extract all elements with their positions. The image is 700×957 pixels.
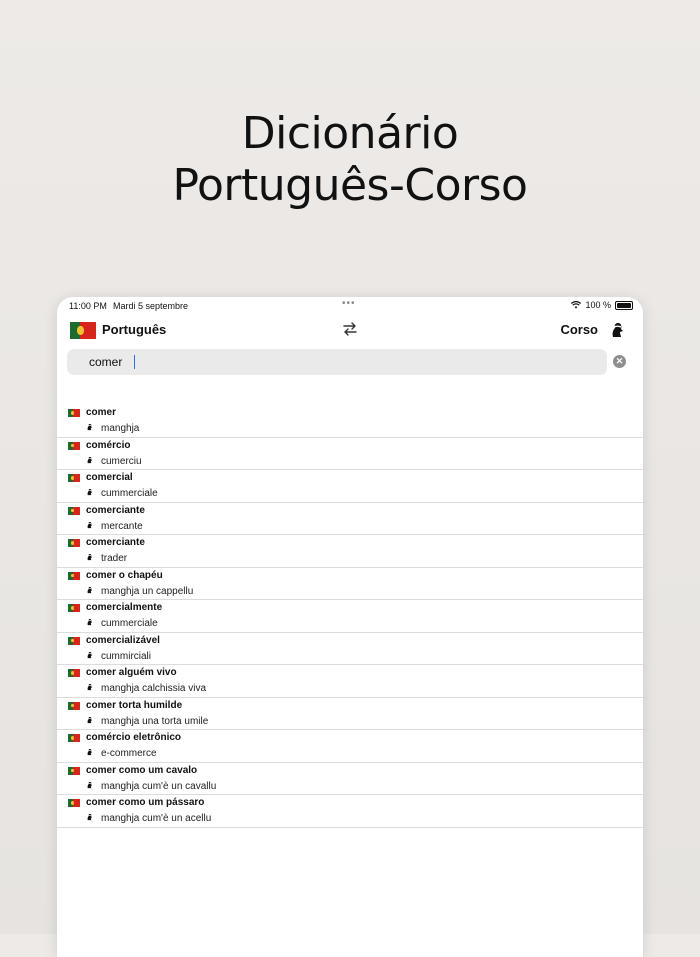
status-time: 11:00 PM xyxy=(69,301,107,311)
result-term: comer torta humilde xyxy=(86,699,183,711)
result-row[interactable]: comer manghja xyxy=(57,405,643,438)
target-language-label[interactable]: Corso xyxy=(560,322,598,337)
result-row[interactable]: comer alguém vivo manghja calchissia viva xyxy=(57,665,643,698)
hero-title-line1: Dicionário xyxy=(241,108,459,159)
result-row[interactable]: comércio eletrônico e-commerce xyxy=(57,730,643,763)
result-row[interactable]: comercializável cummirciali xyxy=(57,633,643,665)
corsican-moor-icon xyxy=(87,586,93,593)
result-term: comercializável xyxy=(86,634,160,646)
result-translation: manghja un cappellu xyxy=(101,585,194,597)
corsican-moor-icon xyxy=(87,683,93,691)
result-translation: cummerciale xyxy=(101,488,158,499)
result-translation: manghja cum'è un cavallu xyxy=(101,780,217,792)
portugal-flag-icon xyxy=(68,799,80,807)
portugal-flag-icon[interactable] xyxy=(70,322,96,339)
result-term: comer xyxy=(86,407,117,418)
result-row[interactable]: comercial cummerciale xyxy=(57,470,643,503)
portugal-flag-icon xyxy=(68,441,80,450)
result-term: comercial xyxy=(86,472,133,483)
portugal-flag-icon xyxy=(68,636,80,645)
result-term: comer como um cavalo xyxy=(86,764,198,776)
portugal-flag-icon xyxy=(68,604,80,612)
portugal-flag-icon xyxy=(68,669,80,677)
portugal-flag-icon xyxy=(68,474,80,482)
status-bar: 11:00 PM Mardi 5 septembre ••• 100 % xyxy=(57,297,643,315)
portugal-flag-icon xyxy=(68,701,80,710)
corsican-moor-icon xyxy=(87,651,93,658)
status-indicators: 100 % xyxy=(571,300,633,310)
corsican-moor-icon xyxy=(87,488,93,496)
language-bar: Português Corso xyxy=(57,319,643,343)
result-term: comércio eletrônico xyxy=(86,732,182,743)
result-row[interactable]: comer como um pássaro manghja cum'è un ac… xyxy=(57,795,643,828)
result-row[interactable]: comer como um cavalo manghja cum'è un cav… xyxy=(57,763,643,795)
result-term: comer alguém vivo xyxy=(86,667,177,678)
corsican-moor-icon xyxy=(87,456,93,463)
swap-arrows-icon[interactable] xyxy=(341,320,359,338)
text-caret xyxy=(134,355,135,369)
result-term: comércio xyxy=(86,439,131,451)
result-row[interactable]: comer o chapéu manghja un cappellu xyxy=(57,568,643,600)
corsican-moor-icon xyxy=(87,781,93,788)
portugal-flag-icon xyxy=(68,409,80,417)
result-term: comerciante xyxy=(86,537,145,548)
source-language-label[interactable]: Português xyxy=(102,322,166,337)
result-translation: cumerciu xyxy=(101,455,142,467)
corsican-moor-icon xyxy=(87,618,93,626)
result-translation: e-commerce xyxy=(101,748,157,759)
portugal-flag-icon xyxy=(68,571,80,580)
device-screen: 11:00 PM Mardi 5 septembre ••• 100 % Por… xyxy=(57,297,643,957)
hero-title-line2: Português-Corso xyxy=(172,160,528,211)
result-term: comerciante xyxy=(86,504,145,516)
corsican-moor-icon xyxy=(87,748,93,756)
result-row[interactable]: comercialmente cummerciale xyxy=(57,600,643,633)
result-term: comer o chapéu xyxy=(86,569,163,581)
results-list: comer manghja comércio cumerciu comercial cum… xyxy=(57,405,643,828)
hero-title: Dicionário Português-Corso xyxy=(0,108,700,212)
portugal-flag-icon xyxy=(68,539,80,547)
result-translation: manghja xyxy=(101,423,140,434)
portugal-flag-icon xyxy=(68,506,80,515)
status-date: Mardi 5 septembre xyxy=(113,301,189,311)
result-row[interactable]: comércio cumerciu xyxy=(57,438,643,470)
corsican-moor-icon xyxy=(87,521,93,528)
result-row[interactable]: comerciante mercante xyxy=(57,503,643,535)
search-input[interactable] xyxy=(89,353,589,371)
result-translation: manghja cum'è un acellu xyxy=(101,813,212,824)
result-translation: manghja una torta umile xyxy=(101,715,209,727)
corsican-moor-icon xyxy=(87,423,93,431)
portugal-flag-icon xyxy=(68,734,80,742)
clear-icon[interactable]: ✕ xyxy=(613,355,626,368)
result-translation: cummerciale xyxy=(101,618,158,629)
result-translation: manghja calchissia viva xyxy=(101,683,207,694)
result-row[interactable]: comer torta humilde manghja una torta umi… xyxy=(57,698,643,730)
search-bar xyxy=(67,349,607,375)
battery-icon xyxy=(615,300,633,310)
result-translation: cummirciali xyxy=(101,650,151,662)
multitasking-dots-icon[interactable]: ••• xyxy=(342,298,356,309)
result-term: comer como um pássaro xyxy=(86,797,205,808)
result-row[interactable]: comerciante trader xyxy=(57,535,643,568)
result-translation: mercante xyxy=(101,520,143,532)
wifi-icon xyxy=(571,301,582,309)
corsican-moor-icon xyxy=(87,553,93,561)
result-term: comercialmente xyxy=(86,602,163,613)
corsican-moor-icon[interactable] xyxy=(609,321,625,339)
portugal-flag-icon xyxy=(68,766,80,775)
battery-percent: 100 % xyxy=(585,300,611,310)
corsican-moor-icon xyxy=(87,813,93,821)
result-translation: trader xyxy=(101,553,128,564)
corsican-moor-icon xyxy=(87,716,93,723)
